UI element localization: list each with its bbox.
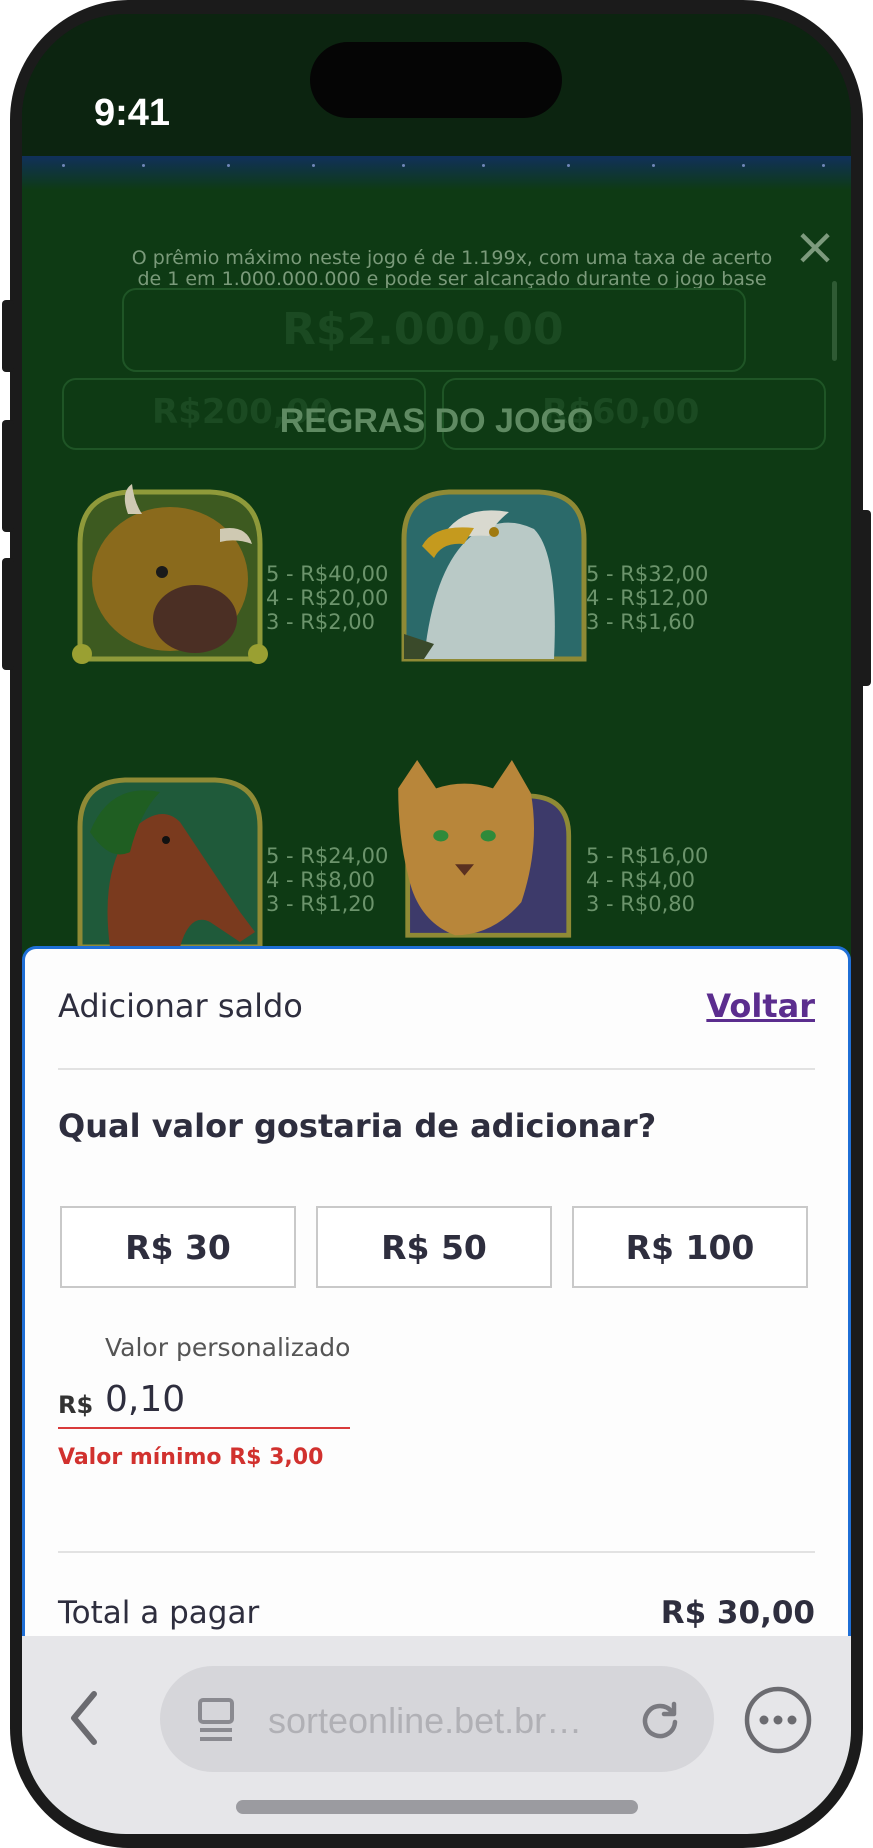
bison-pay-3: 3 - R$2,00 bbox=[266, 610, 375, 634]
reel-top-strip bbox=[22, 156, 851, 190]
amount-100-button[interactable]: R$ 100 bbox=[572, 1206, 808, 1288]
horse-pay-4: 4 - R$8,00 bbox=[266, 868, 375, 892]
header-divider bbox=[58, 1068, 815, 1070]
input-underline-error bbox=[58, 1427, 350, 1429]
horse-symbol bbox=[77, 777, 263, 950]
more-options-icon[interactable] bbox=[742, 1684, 814, 1756]
cougar-pay-4: 4 - R$4,00 bbox=[586, 868, 695, 892]
status-bar: 9:41 bbox=[22, 14, 851, 156]
add-balance-sheet: Adicionar saldo Voltar Qual valor gostar… bbox=[22, 946, 851, 1646]
eagle-pay-5: 5 - R$32,00 bbox=[586, 562, 709, 586]
rules-scrollbar[interactable] bbox=[832, 281, 837, 361]
rules-title: REGRAS DO JOGO bbox=[279, 402, 594, 440]
max-prize-note: O prêmio máximo neste jogo é de 1.199x, … bbox=[112, 248, 792, 290]
total-label: Total a pagar bbox=[58, 1595, 260, 1631]
total-divider bbox=[58, 1551, 815, 1553]
horse-pay-3: 3 - R$1,20 bbox=[266, 892, 375, 916]
browser-toolbar: sorteonline.bet.br… bbox=[22, 1636, 851, 1834]
game-rules-overlay: O prêmio máximo neste jogo é de 1.199x, … bbox=[22, 156, 851, 976]
cougar-pay-5: 5 - R$16,00 bbox=[586, 844, 709, 868]
amount-question: Qual valor gostaria de adicionar? bbox=[58, 1107, 657, 1145]
currency-prefix: R$ bbox=[58, 1391, 94, 1419]
reload-icon[interactable] bbox=[638, 1698, 682, 1742]
eagle-paytable: 5 - R$32,00 4 - R$12,00 3 - R$1,60 bbox=[586, 562, 708, 634]
bison-paytable: 5 - R$40,00 4 - R$20,00 3 - R$2,00 bbox=[266, 562, 388, 634]
max-prize-line-1: O prêmio máximo neste jogo é de 1.199x, … bbox=[131, 247, 773, 269]
cougar-pay-3: 3 - R$0,80 bbox=[586, 892, 695, 916]
page-format-icon[interactable] bbox=[196, 1696, 236, 1744]
amount-30-button[interactable]: R$ 30 bbox=[60, 1206, 296, 1288]
total-value: R$ 30,00 bbox=[660, 1595, 815, 1631]
url-bar[interactable]: sorteonline.bet.br… bbox=[160, 1666, 714, 1772]
max-prize-line-2: de 1 em 1.000.000.000 e pode ser alcança… bbox=[137, 268, 767, 290]
jackpot-value-faded: R$2.000,00 bbox=[282, 304, 564, 355]
close-icon[interactable]: × bbox=[792, 221, 838, 273]
bison-pay-4: 4 - R$20,00 bbox=[266, 586, 389, 610]
cougar-symbol bbox=[398, 760, 572, 938]
volume-down-button bbox=[2, 558, 14, 670]
home-indicator[interactable] bbox=[236, 1800, 638, 1814]
status-time: 9:41 bbox=[94, 92, 171, 134]
minimum-value-error: Valor mínimo R$ 3,00 bbox=[58, 1445, 324, 1470]
bison-symbol bbox=[72, 484, 268, 664]
amount-50-button[interactable]: R$ 50 bbox=[316, 1206, 552, 1288]
dynamic-island bbox=[310, 42, 562, 118]
action-button bbox=[2, 300, 14, 372]
power-button bbox=[859, 510, 871, 686]
custom-amount-input[interactable] bbox=[105, 1379, 345, 1420]
cougar-paytable: 5 - R$16,00 4 - R$4,00 3 - R$0,80 bbox=[586, 844, 708, 916]
url-text[interactable]: sorteonline.bet.br… bbox=[268, 1700, 582, 1742]
eagle-symbol bbox=[401, 489, 587, 662]
eagle-pay-4: 4 - R$12,00 bbox=[586, 586, 709, 610]
volume-up-button bbox=[2, 420, 14, 532]
horse-paytable: 5 - R$24,00 4 - R$8,00 3 - R$1,20 bbox=[266, 844, 388, 916]
bison-pay-5: 5 - R$40,00 bbox=[266, 562, 389, 586]
back-link[interactable]: Voltar bbox=[706, 987, 815, 1025]
horse-pay-5: 5 - R$24,00 bbox=[266, 844, 389, 868]
screen: 9:41 O prêmio máximo neste jogo é de 1.1… bbox=[22, 14, 851, 1834]
custom-amount-label: Valor personalizado bbox=[105, 1333, 351, 1362]
eagle-pay-3: 3 - R$1,60 bbox=[586, 610, 695, 634]
back-chevron-icon[interactable] bbox=[62, 1686, 106, 1750]
sheet-title: Adicionar saldo bbox=[58, 987, 303, 1025]
